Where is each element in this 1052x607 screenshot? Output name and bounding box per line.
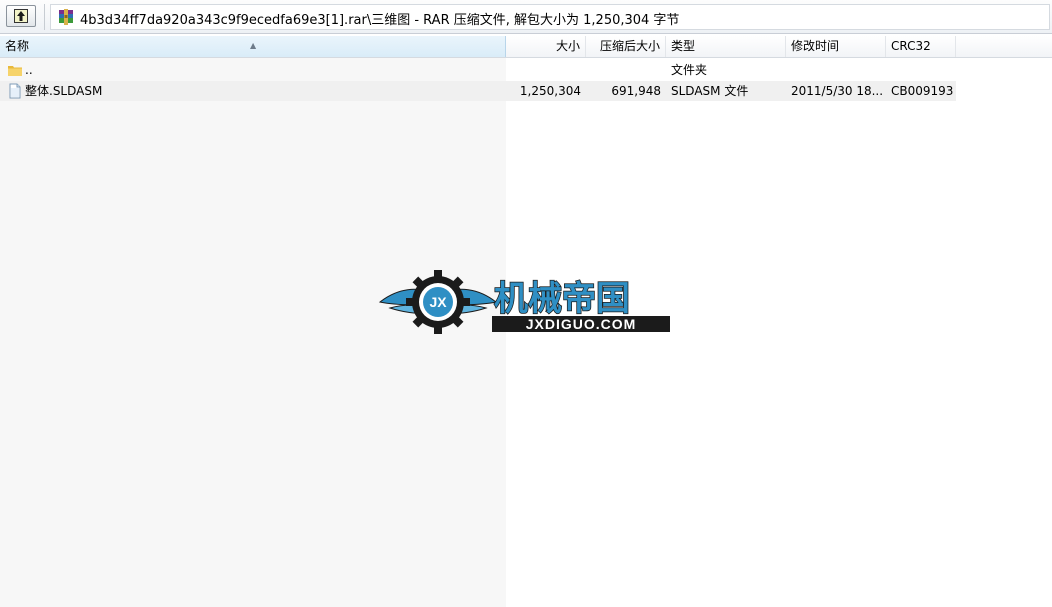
jxdiguo-logo-watermark: JX 机械帝国 JXDIGUO.COM (378, 270, 670, 334)
file-name: .. (25, 63, 33, 77)
column-header-type[interactable]: 类型 (666, 36, 786, 57)
file-type: SLDASM 文件 (671, 84, 749, 98)
folder-up-icon (14, 9, 28, 23)
file-modified: 2011/5/30 18... (791, 84, 884, 98)
column-header-size[interactable]: 大小 (506, 36, 586, 57)
column-header-packed-size[interactable]: 压缩后大小 (586, 36, 666, 57)
sort-ascending-icon: ▲ (250, 41, 257, 50)
toolbar-separator (44, 4, 45, 30)
logo-subtext: JXDIGUO.COM (526, 316, 637, 332)
file-packed-size: 691,948 (611, 84, 661, 98)
up-folder-button[interactable] (6, 5, 36, 27)
emblem-text: JX (429, 294, 447, 310)
column-header-crc32[interactable]: CRC32 (886, 36, 956, 57)
column-header-name[interactable]: 名称 ▲ (0, 36, 506, 57)
column-header-bar: 名称 ▲ 大小 压缩后大小 类型 修改时间 CRC32 (0, 36, 1052, 58)
file-crc32: CB009193 (891, 84, 954, 98)
column-header-modified[interactable]: 修改时间 (786, 36, 886, 57)
path-field[interactable]: 4b3d34ff7da920a343c9f9ecedfa69e3[1].rar\… (50, 4, 1050, 30)
list-item-parent-folder[interactable]: .. 文件夹 (0, 60, 956, 80)
file-type: 文件夹 (671, 63, 708, 77)
column-header-name-label: 名称 (5, 39, 30, 53)
file-name: 整体.SLDASM (25, 84, 103, 98)
list-item-file[interactable]: 整体.SLDASM 1,250,304 691,948 SLDASM 文件 20… (0, 81, 956, 101)
file-size: 1,250,304 (519, 84, 581, 98)
winrar-archive-icon (59, 9, 73, 25)
archive-path-title: 4b3d34ff7da920a343c9f9ecedfa69e3[1].rar\… (80, 13, 680, 28)
logo-text: 机械帝国 (494, 279, 630, 319)
winrar-window: 4b3d34ff7da920a343c9f9ecedfa69e3[1].rar\… (0, 0, 1052, 607)
folder-icon (8, 66, 22, 76)
file-icon (9, 83, 21, 99)
address-bar: 4b3d34ff7da920a343c9f9ecedfa69e3[1].rar\… (0, 0, 1052, 34)
